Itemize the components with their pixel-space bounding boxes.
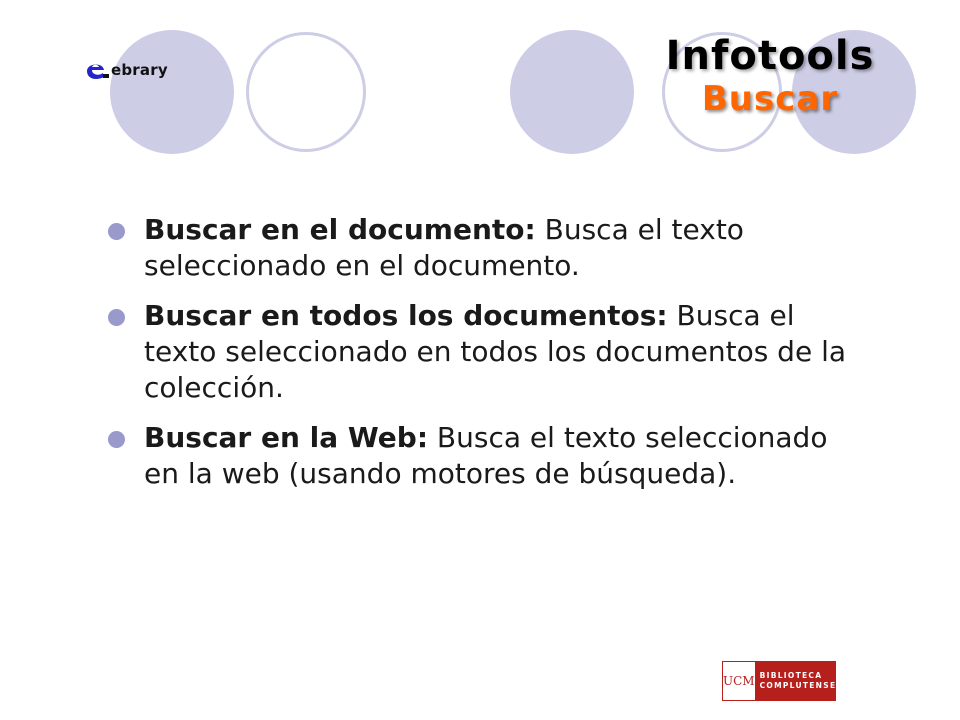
decor-circle-2 [246, 32, 366, 152]
complutense-line: COMPLUTENSE [759, 681, 837, 690]
ebrary-e-icon [87, 64, 109, 79]
bullet-item: Buscar en todos los documentos: Busca el… [108, 298, 868, 406]
bullet-term: Buscar en todos los documentos: [144, 299, 668, 332]
bullet-item: Buscar en la Web: Busca el texto selecci… [108, 420, 868, 492]
ebrary-logo: ebrary [84, 56, 168, 82]
title-buscar: Buscar [701, 79, 839, 119]
biblioteca-complutense-logo: UCM BIBLIOTECA COMPLUTENSE [722, 661, 837, 701]
biblioteca-text: BIBLIOTECA COMPLUTENSE [754, 662, 837, 700]
biblioteca-line: BIBLIOTECA [759, 671, 823, 680]
bullet-term: Buscar en la Web: [144, 421, 429, 454]
decor-circle-1 [110, 30, 234, 154]
bullet-dot-icon [108, 223, 125, 240]
slide-title: Infotools Buscar [600, 36, 940, 116]
bullet-item: Buscar en el documento: Busca el texto s… [108, 212, 868, 284]
bullet-dot-icon [108, 431, 125, 448]
title-infotools: Infotools [665, 33, 875, 79]
slide: ebrary Infotools Buscar Buscar en el doc… [0, 0, 960, 720]
bullet-term: Buscar en el documento: [144, 213, 536, 246]
bullet-list: Buscar en el documento: Busca el texto s… [108, 212, 868, 506]
ucm-mark: UCM [723, 662, 755, 700]
bullet-dot-icon [108, 309, 125, 326]
ebrary-logo-text: ebrary [111, 61, 168, 79]
